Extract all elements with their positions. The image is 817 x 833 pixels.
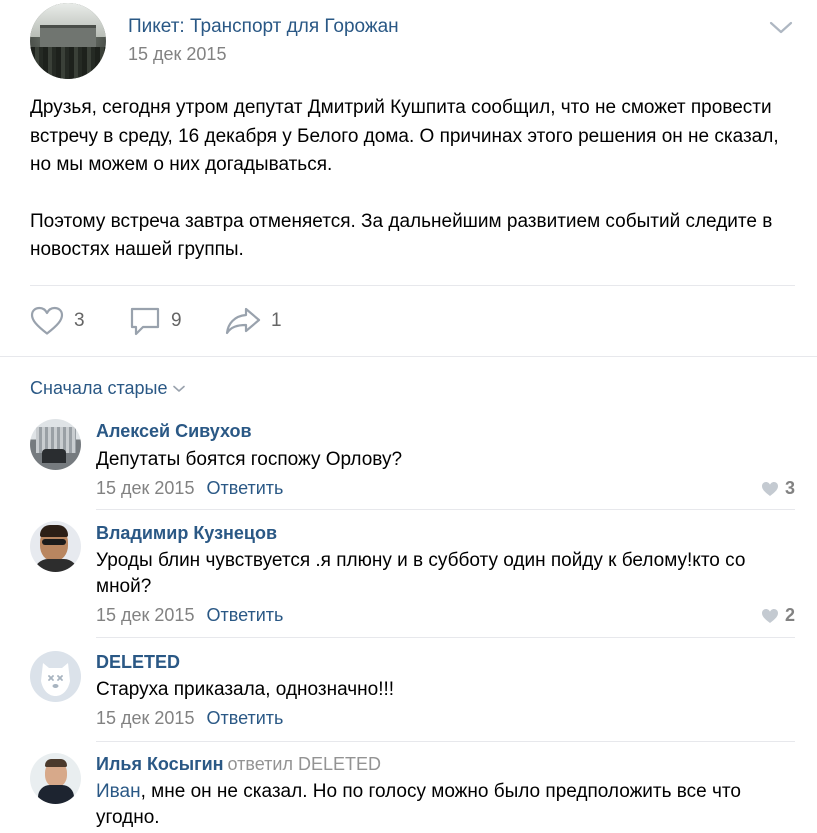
comment-meta: 15 дек 2015 Ответить [96,605,283,626]
comment-sort-dropdown[interactable]: Сначала старые [30,378,186,399]
comment-like-count: 2 [784,605,795,625]
comment-date[interactable]: 15 дек 2015 [96,478,194,498]
heart-icon [30,306,64,335]
heart-icon [761,608,778,623]
divider [96,637,795,638]
section-divider [0,356,817,357]
group-name-link[interactable]: Пикет: Транспорт для Горожан [128,16,399,38]
comment-button[interactable]: 9 [129,303,182,339]
share-count: 1 [271,310,282,331]
replied-to-label[interactable]: ответил DELETED [228,754,381,774]
comment-author-link[interactable]: Илья Косыгин [96,754,224,774]
comment-text: Иван, мне он не сказал. Но по голосу мож… [96,779,786,831]
comment-text-body: , мне он не сказал. Но по голосу можно б… [96,781,741,828]
share-button[interactable]: 1 [225,303,282,339]
comment-like-count: 3 [784,478,795,498]
heart-icon [761,481,778,496]
reply-link[interactable]: Ответить [206,478,283,498]
comment-item: DELETED Старуха приказала, однозначно!!!… [30,650,795,735]
share-arrow-icon [225,307,261,335]
divider [96,509,795,510]
divider [30,285,795,286]
avatar[interactable] [30,753,81,804]
post-text: Друзья, сегодня утром депутат Дмитрий Ку… [30,94,800,265]
addressee-link[interactable]: Иван [96,781,141,802]
comment-text: Старуха приказала, однозначно!!! [96,679,395,700]
post-text-paragraph: Друзья, сегодня утром депутат Дмитрий Ку… [30,97,779,175]
comment-like-button[interactable]: 2 [761,605,795,626]
comment-meta: 15 дек 2015 Ответить [96,708,283,729]
avatar[interactable] [30,419,81,470]
comment-text: Уроды блин чувствуется .я плюну и в субб… [96,550,746,597]
chevron-down-icon[interactable] [769,21,793,35]
comment-author-link[interactable]: DELETED [96,652,180,673]
comment-meta: 15 дек 2015 Ответить [96,478,283,499]
post-text-paragraph: Поэтому встреча завтра отменяется. За да… [30,210,773,261]
comment-item: Владимир Кузнецов Уроды блин чувствуется… [30,520,795,630]
comment-author-link[interactable]: Алексей Сивухов [96,421,252,442]
comment-item: Алексей Сивухов Депутаты боятся госпожу … [30,418,795,508]
reply-link[interactable]: Ответить [206,708,283,728]
comment-author-link[interactable]: Владимир Кузнецов [96,523,277,544]
avatar[interactable] [30,521,81,572]
post-header: Пикет: Транспорт для Горожан 15 дек 2015 [30,3,795,79]
comment-icon [130,307,160,336]
comment-date[interactable]: 15 дек 2015 [96,605,194,625]
deleted-user-dog-icon[interactable] [30,651,81,702]
like-count: 3 [74,310,85,331]
comment-author-line: Илья Косыгин ответил DELETED [96,754,381,775]
like-button[interactable]: 3 [30,303,85,339]
chevron-down-icon [173,385,186,392]
group-avatar[interactable] [30,3,106,79]
sort-label: Сначала старые [30,378,168,398]
comment-count: 9 [171,310,182,331]
comment-item: Илья Косыгин ответил DELETED Иван, мне он… [30,752,795,833]
divider [96,741,795,742]
comment-text: Депутаты боятся госпожу Орлову? [96,449,403,470]
comment-like-button[interactable]: 3 [761,478,795,499]
comment-date[interactable]: 15 дек 2015 [96,708,194,728]
post-date[interactable]: 15 дек 2015 [128,44,226,65]
reply-link[interactable]: Ответить [206,605,283,625]
